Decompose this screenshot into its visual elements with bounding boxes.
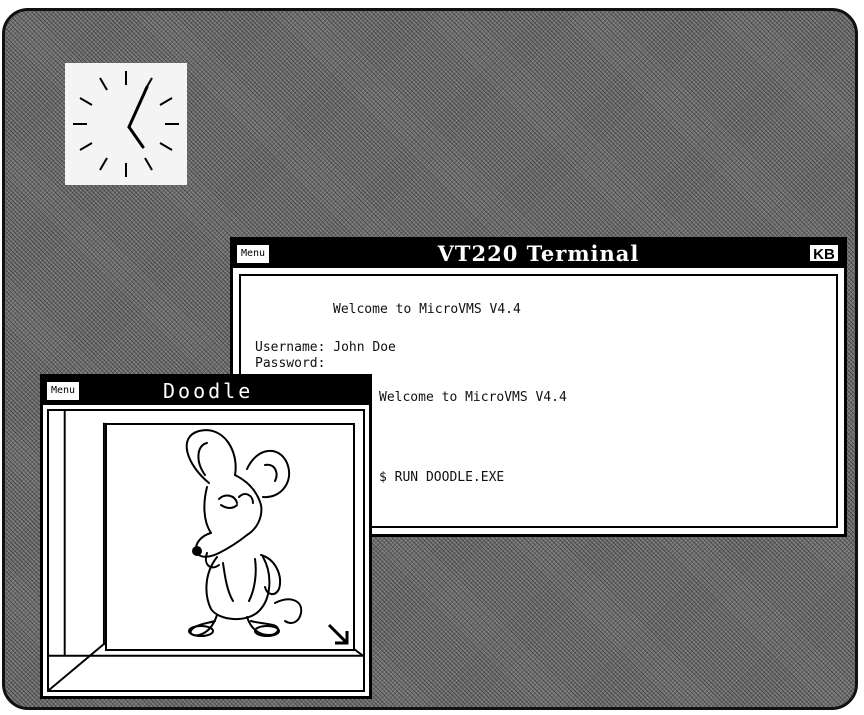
doodle-titlebar[interactable]: Menu Doodle xyxy=(43,377,369,405)
terminal-line: Welcome to MicroVMS V4.4 xyxy=(333,302,521,317)
monitor-screen: Menu VT220 Terminal KB Welcome to MicroV… xyxy=(2,8,858,710)
keyboard-focus-button[interactable]: KB xyxy=(808,243,840,263)
doodle-title: Doodle xyxy=(163,379,254,403)
mouse-drawing xyxy=(185,429,303,637)
terminal-line: Password: xyxy=(255,356,326,371)
drawing-canvas[interactable] xyxy=(105,423,355,651)
clock-widget xyxy=(65,63,187,185)
doodle-window[interactable]: Menu Doodle xyxy=(40,374,372,699)
terminal-line: Welcome to MicroVMS V4.4 xyxy=(379,390,567,405)
doodle-workspace xyxy=(47,409,365,692)
terminal-titlebar[interactable]: Menu VT220 Terminal KB xyxy=(233,240,844,268)
terminal-prompt: $ RUN DOODLE.EXE xyxy=(379,470,505,485)
doodle-menu-button[interactable]: Menu xyxy=(47,382,80,400)
terminal-line: Username: John Doe xyxy=(255,340,396,355)
analog-clock-icon xyxy=(73,71,179,177)
resize-arrow-icon[interactable] xyxy=(325,621,351,647)
terminal-title: VT220 Terminal xyxy=(437,241,640,266)
